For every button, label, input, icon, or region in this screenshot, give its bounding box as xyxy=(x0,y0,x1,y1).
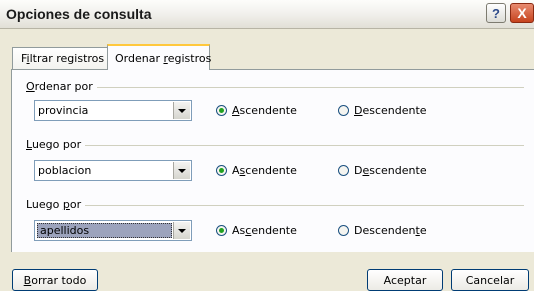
radio-label: Ascendente xyxy=(232,164,297,177)
radio-ascendente-1[interactable]: Ascendente xyxy=(216,104,297,117)
radio-label: Descendente xyxy=(354,104,427,117)
group-divider xyxy=(30,87,524,88)
tab-filtrar-registros[interactable]: Filtrar registros xyxy=(12,47,108,69)
radio-checked-icon xyxy=(216,225,227,236)
combo-value-selected: apellidos xyxy=(37,223,172,238)
dropdown-button[interactable] xyxy=(173,162,190,179)
radio-label: Descendente xyxy=(354,164,427,177)
radio-label: Descendente xyxy=(354,224,427,237)
radio-checked-icon xyxy=(216,105,227,116)
radio-label: Ascendente xyxy=(232,224,297,237)
radio-descendente-1[interactable]: Descendente xyxy=(338,104,427,117)
group-label-ordenar-por: Ordenar por xyxy=(26,80,97,93)
group-divider xyxy=(30,145,524,146)
aceptar-button[interactable]: Aceptar xyxy=(367,269,443,291)
radio-descendente-3[interactable]: Descendente xyxy=(338,224,427,237)
combo-value: provincia xyxy=(38,104,89,117)
sort-field-combo-3[interactable]: apellidos xyxy=(34,220,192,241)
dropdown-button[interactable] xyxy=(173,222,190,239)
title-bar: Opciones de consulta ? X xyxy=(0,0,534,29)
chevron-down-icon xyxy=(178,168,186,173)
help-button[interactable]: ? xyxy=(486,3,506,23)
radio-ascendente-3[interactable]: Ascendente xyxy=(216,224,297,237)
radio-checked-icon xyxy=(216,165,227,176)
group-label-luego-por-2: Luego por xyxy=(26,198,86,211)
sort-field-combo-2[interactable]: poblacion xyxy=(34,160,192,181)
group-label-luego-por-1: Luego por xyxy=(26,138,86,151)
dropdown-button[interactable] xyxy=(173,102,190,119)
radio-unchecked-icon xyxy=(338,165,349,176)
cancelar-button[interactable]: Cancelar xyxy=(451,269,529,291)
borrar-todo-button[interactable]: Borrar todo xyxy=(12,269,98,291)
radio-ascendente-2[interactable]: Ascendente xyxy=(216,164,297,177)
radio-unchecked-icon xyxy=(338,225,349,236)
group-divider xyxy=(30,205,524,206)
tab-ordenar-registros[interactable]: Ordenar registros xyxy=(107,44,211,70)
close-icon: X xyxy=(517,5,527,21)
radio-unchecked-icon xyxy=(338,105,349,116)
sort-field-combo-1[interactable]: provincia xyxy=(34,100,192,121)
window-title: Opciones de consulta xyxy=(6,6,152,22)
close-button[interactable]: X xyxy=(510,3,534,23)
radio-label: Ascendente xyxy=(232,104,297,117)
help-icon: ? xyxy=(492,5,500,21)
combo-value: poblacion xyxy=(38,164,92,177)
chevron-down-icon xyxy=(178,228,186,233)
chevron-down-icon xyxy=(178,108,186,113)
radio-descendente-2[interactable]: Descendente xyxy=(338,164,427,177)
